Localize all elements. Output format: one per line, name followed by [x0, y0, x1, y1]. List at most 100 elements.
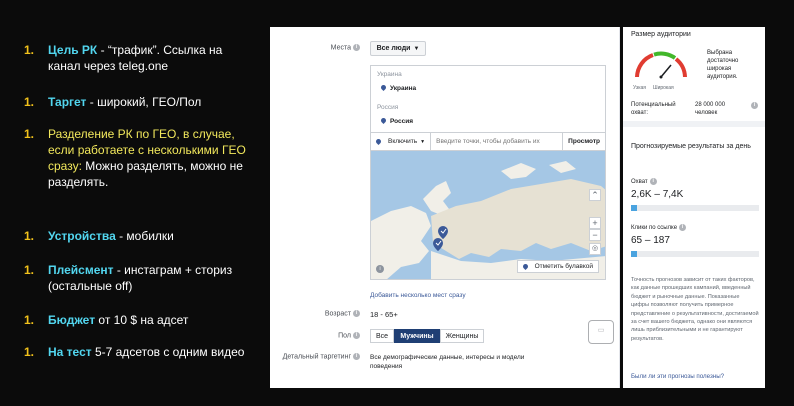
- list-item: 1. На тест 5-7 адсетов с одним видео: [20, 344, 253, 360]
- audience-size-title: Размер аудитории: [631, 31, 691, 38]
- chevron-up-icon: ⌃: [591, 190, 599, 200]
- location-pin-icon: [379, 116, 388, 125]
- info-icon[interactable]: i: [353, 44, 360, 51]
- list-item: 1. Таргет - широкий, ГЕО/Пол: [20, 94, 253, 110]
- audience-settings-panel: Места i Все люди ▼ Украина Украина Россия…: [270, 27, 620, 388]
- location-search-input[interactable]: [431, 138, 563, 145]
- drop-pin-button[interactable]: Отметить булавкой: [516, 260, 599, 273]
- gender-women-button[interactable]: Женщины: [440, 329, 484, 343]
- location-name: Россия: [390, 118, 414, 125]
- list-number: 1.: [24, 95, 35, 109]
- gender-label-text: Пол: [338, 332, 351, 340]
- locate-button[interactable]: ◎: [589, 243, 601, 255]
- list-number: 1.: [24, 127, 35, 141]
- detailed-targeting-label-text: Детальный таргетинг: [282, 353, 351, 361]
- location-map[interactable]: ⌃ + − ◎ Отметить булавкой i: [370, 151, 606, 280]
- list-item-text: - широкий, ГЕО/Пол: [86, 95, 202, 109]
- gender-men-button[interactable]: Мужчины: [394, 329, 440, 343]
- info-icon[interactable]: i: [649, 178, 657, 185]
- reach-label: Охват i: [631, 178, 657, 186]
- info-icon[interactable]: i: [353, 332, 360, 339]
- country-header: Украина: [377, 71, 402, 78]
- clicks-value: 65 – 187: [631, 235, 670, 246]
- country-header: Россия: [377, 104, 399, 111]
- location-item[interactable]: Украина: [379, 83, 417, 92]
- audience-gauge: [635, 51, 687, 79]
- gender-label: Пол i: [270, 332, 360, 339]
- info-icon[interactable]: i: [751, 102, 758, 109]
- list-item-text: 5-7 адсетов с одним видео: [91, 345, 245, 359]
- caret-down-icon: ▼: [420, 138, 426, 145]
- location-name: Украина: [390, 85, 417, 92]
- list-item-heading: Таргет: [48, 95, 87, 109]
- gender-all-button[interactable]: Все: [370, 329, 394, 343]
- slide: 1. Цель РК - “трафик”. Ссылка на канал ч…: [0, 0, 794, 406]
- list-item-text: - мобилки: [115, 229, 174, 243]
- clicks-bar: [631, 251, 759, 257]
- list-item-heading: Цель РК: [48, 43, 98, 57]
- plus-icon: +: [592, 218, 598, 228]
- include-dropdown[interactable]: Включить ▼: [371, 133, 432, 150]
- list-item: 1. Плейсмент - инстаграм + сториз (остал…: [20, 262, 253, 294]
- estimated-results-title: Прогнозируемые результаты за день: [631, 143, 751, 150]
- clicks-label: Клики по ссылке i: [631, 224, 687, 232]
- info-icon[interactable]: i: [353, 353, 360, 360]
- reach-bar-fill: [631, 205, 638, 211]
- list-number: 1.: [24, 43, 35, 57]
- zoom-in-button[interactable]: +: [589, 217, 601, 229]
- target-icon: ◎: [591, 245, 599, 252]
- collapse-map-button[interactable]: ⌃: [589, 189, 601, 201]
- watermark-icon: ▭: [588, 320, 614, 344]
- clicks-label-text: Клики по ссылке: [631, 225, 678, 232]
- minus-icon: −: [592, 230, 598, 240]
- zoom-out-button[interactable]: −: [589, 229, 601, 241]
- places-label-text: Места: [330, 44, 351, 52]
- list-number: 1.: [24, 263, 35, 277]
- estimates-note: Точность прогнозов зависит от таких факт…: [631, 277, 759, 342]
- list-item-text: от 10 $ на адсет: [95, 313, 189, 327]
- browse-button[interactable]: Просмотр: [562, 133, 605, 150]
- list-item-heading: Устройства: [48, 229, 116, 243]
- list-number: 1.: [24, 313, 35, 327]
- location-search-bar: Включить ▼ Просмотр: [370, 133, 606, 151]
- audience-size-description: Выбрана достаточно широкая аудитория.: [707, 50, 739, 80]
- list-item-heading: На тест: [48, 345, 92, 359]
- places-dropdown[interactable]: Все люди ▼: [370, 41, 426, 56]
- list-item: 1. Устройства - мобилки: [20, 228, 253, 244]
- location-pin-icon: [374, 137, 383, 146]
- info-icon[interactable]: i: [353, 310, 360, 317]
- list-item: 1. Разделение РК по ГЕО, в случае, если …: [20, 126, 253, 190]
- places-label: Места i: [270, 44, 360, 51]
- info-icon[interactable]: i: [679, 224, 687, 231]
- audience-size-card: Размер аудитории Узкая Широкая Выбрана д…: [623, 27, 765, 127]
- location-pin-icon: [521, 262, 529, 271]
- detailed-targeting-label: Детальный таргетинг i: [270, 353, 360, 360]
- location-item[interactable]: Россия: [379, 116, 414, 125]
- map-info-icon[interactable]: i: [376, 265, 384, 273]
- list-number: 1.: [24, 345, 35, 359]
- potential-reach-label: Потенциальный охват:: [631, 102, 676, 116]
- map-marker-icon: [433, 238, 443, 251]
- feedback-link[interactable]: Были ли эти прогнозы полезны?: [631, 373, 724, 380]
- age-value[interactable]: 18 - 65+: [370, 310, 398, 319]
- drop-pin-label: Отметить булавкой: [534, 263, 593, 270]
- estimated-results-card: Прогнозируемые результаты за день Охват i…: [623, 127, 765, 388]
- detailed-targeting-value[interactable]: Все демографические данные, интересы и м…: [370, 353, 545, 371]
- list-item-heading: Бюджет: [48, 313, 96, 327]
- include-label: Включить: [388, 138, 418, 145]
- age-label-text: Возраст: [324, 310, 351, 318]
- list-number: 1.: [24, 229, 35, 243]
- locations-list: Украина Украина Россия Россия: [370, 65, 606, 133]
- potential-reach-value: 28 000 000 человек: [695, 102, 726, 116]
- list-item: 1. Бюджет от 10 $ на адсет: [20, 312, 253, 328]
- reach-value: 2,6K – 7,4K: [631, 189, 684, 200]
- add-bulk-locations-link[interactable]: Добавить несколько мест сразу: [370, 292, 466, 299]
- age-label: Возраст i: [270, 310, 360, 317]
- audience-sidebar: Размер аудитории Узкая Широкая Выбрана д…: [623, 27, 765, 388]
- places-dropdown-value: Все люди: [376, 45, 411, 52]
- list-item: 1. Цель РК - “трафик”. Ссылка на канал ч…: [20, 42, 253, 74]
- reach-bar: [631, 205, 759, 211]
- gauge-wide-label: Широкая: [653, 85, 674, 91]
- gauge-narrow-label: Узкая: [633, 85, 646, 91]
- list-item-heading: Плейсмент: [48, 263, 114, 277]
